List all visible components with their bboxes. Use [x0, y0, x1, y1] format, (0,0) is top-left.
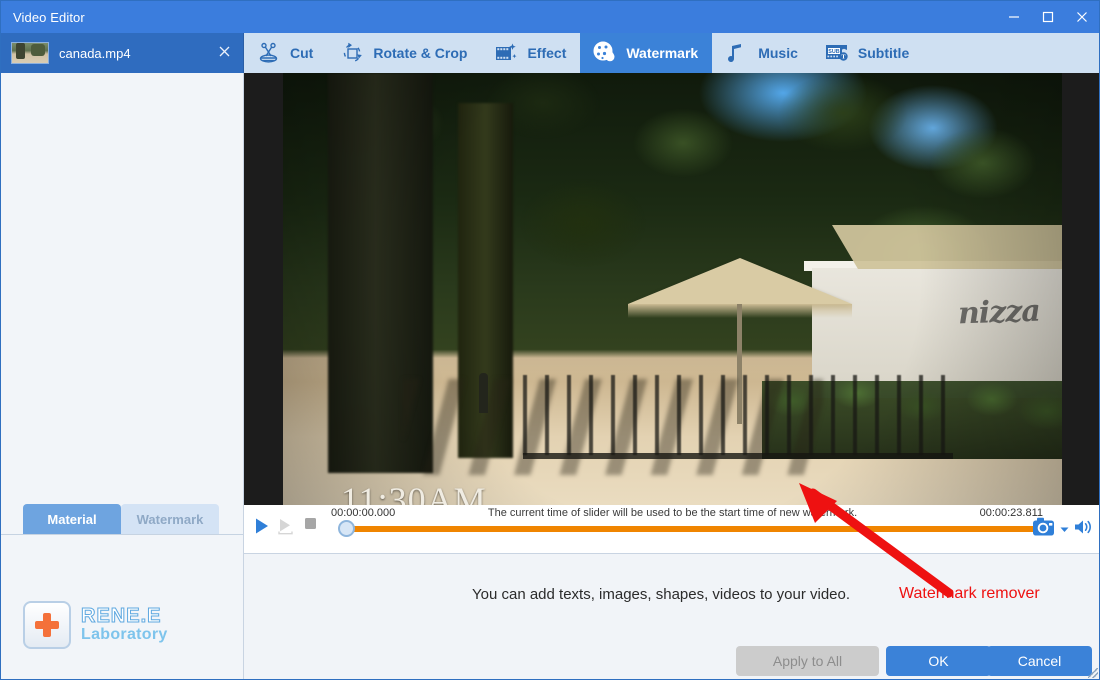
- video-preview[interactable]: nizza 11:30AM NIZZA GARDEN T: [244, 73, 1099, 505]
- close-icon: [219, 44, 230, 62]
- window-controls: [997, 1, 1099, 33]
- video-frame: nizza 11:30AM NIZZA GARDEN: [283, 73, 1062, 505]
- file-tab-close-button[interactable]: [211, 40, 237, 66]
- left-panel-divider: [1, 534, 243, 535]
- tab-label: Cut: [290, 45, 314, 61]
- frame-step-icon: [277, 519, 297, 539]
- stop-icon: [304, 518, 318, 535]
- ok-button[interactable]: OK: [886, 646, 991, 676]
- brand-subtitle: Laboratory: [81, 626, 168, 644]
- timeline-slider-handle[interactable]: [338, 520, 355, 537]
- tab-label: Subtitle: [857, 45, 910, 61]
- button-label: Apply to All: [772, 653, 843, 669]
- close-icon: [1076, 11, 1088, 23]
- brand-name: RENE.E: [81, 605, 162, 628]
- video-overlay-time: 11:30AM: [341, 480, 487, 505]
- file-tab-label: canada.mp4: [59, 45, 131, 61]
- transport-right-icons: [1032, 516, 1095, 543]
- music-note-icon: [724, 40, 750, 66]
- chevron-down-icon[interactable]: [1059, 521, 1070, 539]
- left-panel-tabs: Material Watermark: [23, 504, 219, 534]
- camera-icon[interactable]: [1032, 516, 1056, 543]
- left-tab-watermark[interactable]: Watermark: [121, 504, 219, 534]
- minimize-icon: [1008, 11, 1020, 23]
- plus-shape: [35, 613, 59, 637]
- tab-music[interactable]: Music: [712, 33, 812, 73]
- window-title: Video Editor: [13, 9, 85, 25]
- svg-text:T: T: [841, 54, 846, 61]
- tab-label: Rotate & Crop: [373, 45, 468, 61]
- apply-to-all-button[interactable]: Apply to All: [736, 646, 879, 676]
- title-bar: Video Editor: [1, 1, 1099, 33]
- tab-watermark[interactable]: Watermark: [580, 33, 713, 73]
- maximize-button[interactable]: [1031, 1, 1065, 33]
- play-icon: [253, 518, 271, 539]
- minimize-button[interactable]: [997, 1, 1031, 33]
- tab-effect[interactable]: Effect: [481, 33, 580, 73]
- slider-hint-text: The current time of slider will be used …: [487, 507, 858, 519]
- stop-button[interactable]: [304, 517, 318, 536]
- brand-logo: RENE.E Laboratory: [23, 601, 168, 649]
- watermark-droplet-icon: [592, 40, 618, 66]
- left-tab-label: Material: [47, 511, 97, 527]
- rene-e-key-logo-icon: [23, 601, 71, 649]
- tab-subtitle[interactable]: SUB T Subtitle: [812, 33, 923, 73]
- svg-text:SUB: SUB: [828, 49, 839, 55]
- file-tab-canada[interactable]: canada.mp4: [1, 33, 244, 73]
- frame-step-button[interactable]: [277, 517, 297, 540]
- cancel-button[interactable]: Cancel: [987, 646, 1092, 676]
- file-thumbnail: [11, 42, 49, 64]
- left-tab-material[interactable]: Material: [23, 504, 121, 534]
- tab-rotate-crop[interactable]: Rotate & Crop: [327, 33, 481, 73]
- volume-icon[interactable]: [1073, 517, 1095, 542]
- left-panel: Material Watermark RENE.E Laboratory: [1, 73, 244, 679]
- maximize-icon: [1042, 11, 1054, 23]
- scissors-icon: [256, 40, 282, 66]
- play-button[interactable]: [253, 517, 271, 540]
- tab-label: Watermark: [626, 45, 699, 61]
- left-tab-label: Watermark: [136, 511, 204, 527]
- close-button[interactable]: [1065, 1, 1099, 33]
- rotate-crop-icon: [339, 40, 365, 66]
- feature-toolbar: Cut Rotate & Crop Effect Watermark Music…: [244, 33, 1099, 73]
- video-editor-window: Video Editor canada.mp4 Cut Rotate & Cro…: [0, 0, 1100, 680]
- top-strip: canada.mp4 Cut Rotate & Crop Effect Wate…: [1, 33, 1099, 73]
- film-sparkle-icon: [493, 40, 519, 66]
- bottom-panel: You can add texts, images, shapes, video…: [244, 553, 1099, 679]
- tab-label: Music: [758, 45, 798, 61]
- tab-label: Effect: [527, 45, 567, 61]
- tab-cut[interactable]: Cut: [244, 33, 327, 73]
- button-label: Cancel: [1017, 653, 1062, 669]
- scene-vignette: [283, 73, 1062, 505]
- button-label: OK: [928, 653, 949, 669]
- annotation-arrow-icon: [771, 471, 971, 606]
- subtitle-icon: SUB T: [824, 40, 850, 66]
- brand-text: RENE.E Laboratory: [81, 605, 168, 644]
- resize-grip[interactable]: [1088, 668, 1098, 678]
- transport-bar: 00:00:00.000 The current time of slider …: [244, 505, 1099, 553]
